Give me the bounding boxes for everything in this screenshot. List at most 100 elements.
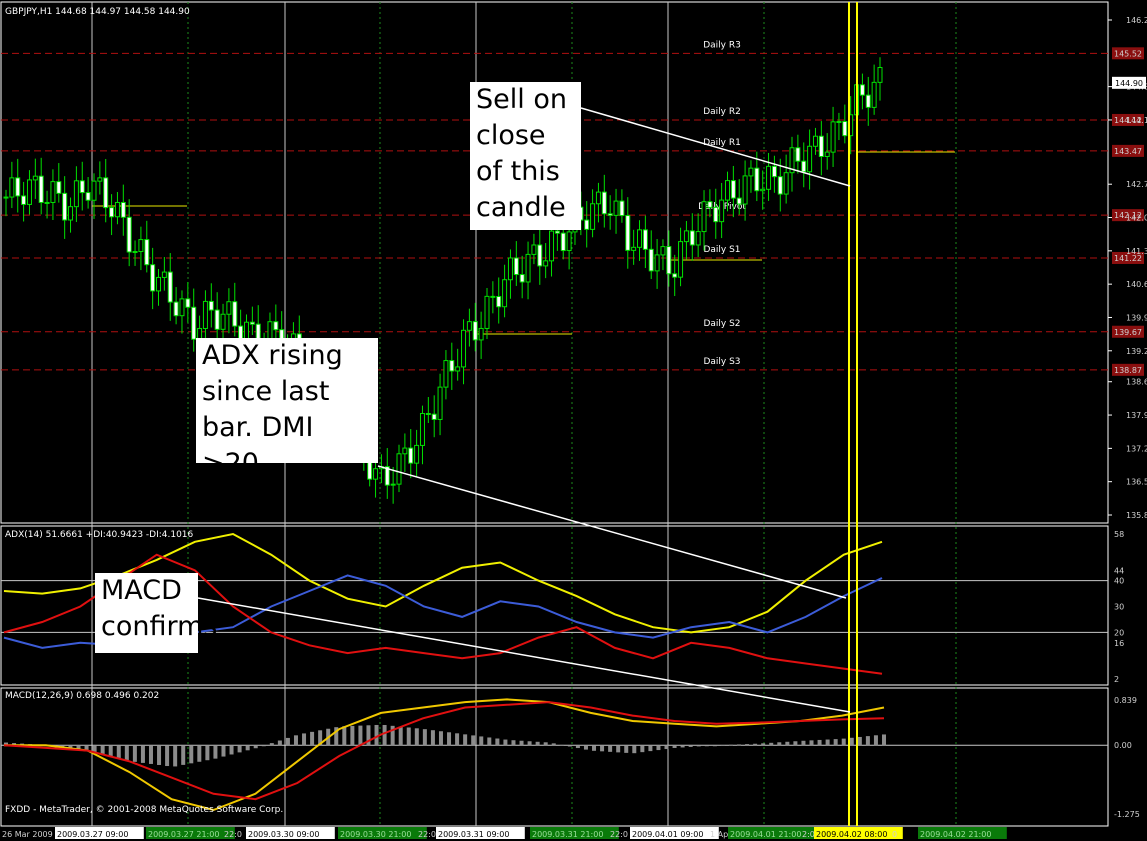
candle-body-92: [543, 260, 549, 267]
macd-hist-bar-30: [245, 745, 250, 751]
candle-body-31: [185, 298, 191, 308]
candle-body-46: [273, 321, 279, 331]
candle-body-88: [519, 274, 525, 283]
macd-hist-bar-20: [165, 745, 170, 767]
candle-body-23: [138, 239, 144, 253]
candle-body-77: [455, 366, 461, 372]
time-label-7: 2009.03.30 21:00: [340, 830, 411, 839]
macd-annotation: MACD confirms: [95, 573, 217, 653]
candle-body-2: [15, 177, 21, 197]
candle-body-67: [396, 453, 402, 485]
price-tick-label-5: 141.37: [1126, 247, 1147, 256]
candle-body-39: [232, 301, 238, 327]
macd-hist-bar-44: [358, 725, 363, 746]
candle-body-103: [607, 213, 613, 216]
candle-body-148: [871, 81, 877, 108]
price-tick-label-10: 137.92: [1126, 411, 1147, 420]
candle-body-72: [425, 413, 431, 416]
macd-hist-bar-109: [882, 734, 886, 746]
candle-body-147: [865, 94, 871, 108]
macd-hist-bar-92: [745, 744, 750, 746]
macd-hist-bar-86: [696, 745, 701, 747]
candle-body-16: [97, 177, 103, 182]
time-label-15: 2009.04.01 21:00: [730, 830, 801, 839]
time-label-1: 2009.03.27 09:00: [57, 830, 128, 839]
candle-body-85: [502, 279, 508, 308]
macd-hist-bar-31: [253, 745, 258, 749]
macd-hist-bar-49: [398, 726, 403, 746]
candle-body-42: [249, 321, 255, 325]
macd-hist-bar-18: [148, 745, 153, 764]
macd-hist-bar-74: [600, 745, 605, 752]
candle-body-107: [631, 246, 637, 251]
macd-hist-bar-75: [608, 745, 613, 752]
adx-header: ADX(14) 51.6661 +DI:40.9423 -DI:4.1016: [5, 530, 194, 540]
candle-body-70: [414, 444, 420, 464]
macd-hist-bar-73: [592, 745, 597, 751]
macd-hist-bar-97: [785, 741, 790, 746]
macd-hist-bar-15: [124, 745, 129, 761]
candle-body-105: [619, 200, 625, 217]
macd-hist-bar-13: [108, 745, 113, 757]
macd-hist-bar-23: [189, 745, 194, 764]
price-tick-label-7: 139.97: [1126, 313, 1147, 322]
adx-tick-label-0: 58: [1114, 530, 1124, 539]
macd-hist-bar-104: [841, 738, 846, 746]
pivot-label-6: Daily S3: [703, 357, 740, 367]
macd-hist-bar-80: [648, 745, 653, 752]
time-label-16: 2:0: [802, 830, 815, 839]
candle-body-110: [648, 248, 654, 272]
time-label-8: 22:0: [418, 830, 436, 839]
candle-body-124: [730, 180, 736, 199]
candle-body-129: [760, 188, 766, 192]
macd-hist-bar-108: [873, 735, 878, 746]
adx-tick-label-5: 16: [1114, 639, 1124, 648]
candle-body-71: [419, 413, 425, 446]
candle-body-131: [771, 165, 777, 178]
candle-body-87: [513, 257, 519, 276]
candle-body-86: [507, 257, 513, 281]
candle-body-101: [595, 191, 601, 205]
macd-tick-label-2: -1.275: [1114, 810, 1140, 819]
macd-hist-bar-32: [261, 745, 266, 747]
time-label-5: 2009.03.30 09:00: [248, 830, 319, 839]
candle-body-69: [408, 447, 414, 464]
candle-body-142: [836, 121, 842, 124]
macd-hist-bar-87: [704, 745, 709, 747]
candle-body-94: [554, 230, 560, 234]
macd-hist-bar-84: [680, 745, 685, 748]
candle-body-122: [719, 199, 725, 223]
candle-body-96: [566, 231, 572, 252]
candle-body-136: [801, 160, 807, 173]
macd-hist-bar-106: [857, 736, 862, 746]
candle-body-149: [877, 66, 883, 83]
candle-body-80: [472, 321, 478, 341]
time-label-17: 2009.04.02 08:00: [816, 830, 887, 839]
price-tick-label-6: 140.67: [1126, 280, 1147, 289]
candle-body-102: [601, 191, 607, 215]
macd-hist-bar-33: [269, 743, 274, 746]
adx-tick-label-4: 20: [1114, 628, 1124, 637]
macd-hist-bar-63: [511, 740, 516, 746]
macd-hist-bar-43: [350, 725, 355, 746]
macd-hist-bar-60: [487, 737, 492, 746]
candle-body-75: [443, 360, 449, 388]
macd-hist-bar-69: [559, 744, 564, 746]
candle-body-36: [214, 309, 220, 330]
candle-body-121: [713, 206, 719, 223]
candle-body-143: [842, 121, 848, 137]
candle-body-140: [824, 151, 830, 157]
candle-body-113: [666, 246, 672, 275]
macd-hist-bar-19: [157, 745, 162, 765]
candle-body-114: [672, 273, 678, 278]
price-tick-label-2: 144.12: [1126, 116, 1147, 125]
time-label-4: 22:0: [224, 830, 242, 839]
macd-hist-bar-90: [728, 744, 733, 746]
macd-hist-bar-82: [664, 745, 669, 750]
time-label-11: 2009.03.31 21:00: [532, 830, 603, 839]
macd-hist-bar-26: [213, 745, 218, 759]
macd-hist-bar-38: [310, 731, 315, 746]
macd-hist-bar-54: [438, 731, 443, 746]
candle-body-115: [678, 241, 684, 278]
candle-body-127: [748, 167, 754, 177]
